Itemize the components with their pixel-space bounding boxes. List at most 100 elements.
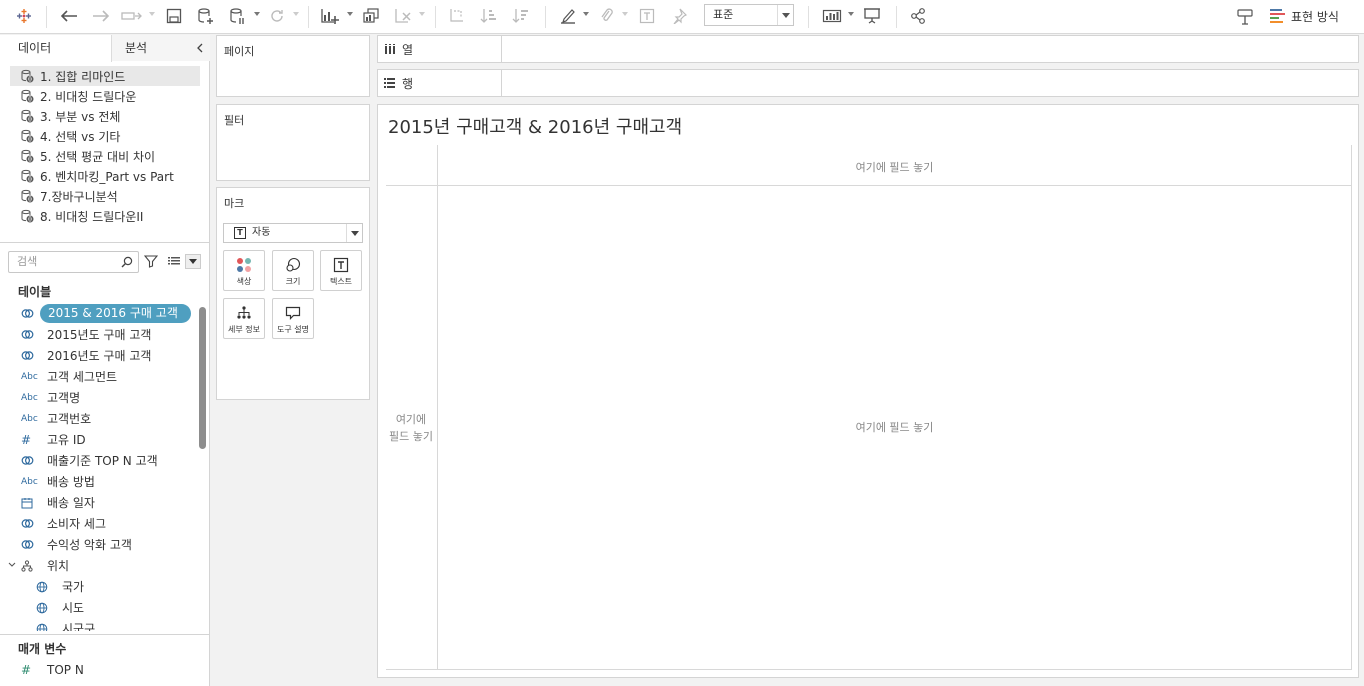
refresh-icon[interactable] <box>266 4 288 28</box>
show-me-icon <box>1270 9 1285 23</box>
field-label: 고객명 <box>47 391 81 405</box>
field-item[interactable]: 시군구 <box>0 618 196 631</box>
field-label: 2015년도 구매 고객 <box>47 328 152 342</box>
save-icon[interactable] <box>164 4 184 28</box>
set-icon <box>21 519 34 528</box>
show-me-button[interactable]: 표현 방식 <box>1270 5 1339 27</box>
pages-shelf[interactable]: 페이지 <box>216 35 370 97</box>
sort-ascending-icon[interactable] <box>478 4 500 28</box>
field-item[interactable]: # 고유 ID <box>0 429 196 450</box>
rows-shelf[interactable]: 행 <box>377 69 1359 97</box>
new-data-source-icon[interactable] <box>194 4 216 28</box>
marks-card-title: 마크 <box>224 197 245 210</box>
collapse-pane-icon[interactable] <box>196 43 204 53</box>
worksheet-view: 2015년 구매고객 & 2016년 구매고객 여기에 필드 놓기 여기에 필드… <box>377 104 1359 678</box>
highlighter-signpost-icon[interactable] <box>1234 4 1256 28</box>
field-type-icon <box>21 517 37 530</box>
field-item[interactable]: Abc 배송 방법 <box>0 471 196 492</box>
data-source-item[interactable]: 6. 벤치마킹_Part vs Part <box>10 166 200 186</box>
scrollbar-thumb[interactable] <box>199 307 206 449</box>
data-source-item[interactable]: 7.장바구니분석 <box>10 186 200 206</box>
field-type-icon <box>36 623 52 631</box>
drop-field-columns-zone[interactable]: 여기에 필드 놓기 <box>438 159 1351 175</box>
pause-data-updates-icon[interactable] <box>226 4 248 28</box>
field-label: 고객 세그먼트 <box>47 370 118 384</box>
field-item[interactable]: Abc 고객번호 <box>0 408 196 429</box>
detail-button[interactable]: 세부 정보 <box>223 298 265 339</box>
field-type-icon <box>36 602 52 614</box>
data-source-item[interactable]: 8. 비대칭 드릴다운II <box>10 206 200 226</box>
columns-shelf-label: 열 <box>378 36 502 62</box>
field-item[interactable]: 배송 일자 <box>0 492 196 513</box>
parameters-header: 매개 변수 <box>18 642 67 656</box>
columns-shelf[interactable]: 열 <box>377 35 1359 63</box>
drop-field-center-zone[interactable]: 여기에 필드 놓기 <box>438 419 1351 435</box>
list-view-icon[interactable] <box>167 255 181 267</box>
presentation-mode-icon[interactable] <box>861 4 883 28</box>
hierarchy-item[interactable]: 위치 <box>0 555 196 576</box>
field-item[interactable]: Abc 고객명 <box>0 387 196 408</box>
color-button[interactable]: 색상 <box>223 250 265 291</box>
tab-analysis[interactable]: 분석 <box>112 35 210 61</box>
hierarchy-icon <box>21 559 33 572</box>
field-item[interactable]: 수익성 악화 고객 <box>0 534 196 555</box>
field-item[interactable]: 매출기준 TOP N 고객 <box>0 450 196 471</box>
data-source-icon <box>21 209 34 223</box>
field-item[interactable]: Abc 고객 세그먼트 <box>0 366 196 387</box>
rows-icon <box>384 78 395 88</box>
fit-dropdown[interactable]: 표준 <box>704 4 794 26</box>
data-source-item[interactable]: 5. 선택 평균 대비 차이 <box>10 146 200 166</box>
fix-axes-pin-icon[interactable] <box>668 4 690 28</box>
tab-data[interactable]: 데이터 <box>0 35 112 62</box>
data-source-item[interactable]: 4. 선택 vs 기타 <box>10 126 200 146</box>
swap-rows-columns-icon[interactable] <box>446 4 468 28</box>
data-source-item[interactable]: 2. 비대칭 드릴다운 <box>10 86 200 106</box>
worksheet-title[interactable]: 2015년 구매고객 & 2016년 구매고객 <box>388 113 682 139</box>
field-item[interactable]: 2016년도 구매 고객 <box>0 345 196 366</box>
replay-animation-icon[interactable] <box>120 4 144 28</box>
group-paperclip-icon[interactable] <box>596 4 618 28</box>
field-label: 배송 방법 <box>47 475 95 489</box>
filters-shelf-title: 필터 <box>224 114 245 127</box>
parameter-label: TOP N <box>47 662 84 677</box>
show-cards-icon[interactable] <box>820 4 844 28</box>
filter-icon[interactable] <box>144 254 158 268</box>
detail-hierarchy-icon <box>237 306 251 319</box>
columns-icon <box>385 44 395 54</box>
data-source-item[interactable]: 1. 집합 리마인드 <box>10 66 200 86</box>
data-source-label: 8. 비대칭 드릴다운II <box>40 209 144 224</box>
data-source-label: 3. 부분 vs 전체 <box>40 109 121 124</box>
field-item[interactable]: 소비자 세그 <box>0 513 196 534</box>
show-mark-labels-icon[interactable] <box>636 4 658 28</box>
new-worksheet-icon[interactable] <box>318 4 342 28</box>
redo-arrow-icon[interactable] <box>90 4 112 28</box>
field-item[interactable]: 2015년도 구매 고객 <box>0 324 196 345</box>
data-source-item[interactable]: 3. 부분 vs 전체 <box>10 106 200 126</box>
data-source-label: 2. 비대칭 드릴다운 <box>40 89 137 104</box>
view-drop-area[interactable]: 여기에 필드 놓기 여기에 필드 놓기 여기에 필드 놓기 <box>386 145 1352 670</box>
highlight-pen-icon[interactable] <box>557 4 579 28</box>
field-type-icon: Abc <box>21 477 38 487</box>
filters-shelf[interactable]: 필터 <box>216 104 370 181</box>
sort-descending-icon[interactable] <box>510 4 532 28</box>
search-input[interactable]: 검색 <box>8 251 139 273</box>
tableau-logo-icon[interactable] <box>14 4 34 28</box>
parameter-item[interactable]: # TOP N <box>0 659 196 680</box>
field-item[interactable]: 2015 & 2016 구매 고객 <box>0 303 196 324</box>
data-source-icon <box>21 169 34 183</box>
field-item[interactable]: 국가 <box>0 576 196 597</box>
data-source-icon <box>21 69 34 83</box>
size-button[interactable]: 크기 <box>272 250 314 291</box>
share-icon[interactable] <box>907 4 929 28</box>
undo-arrow-icon[interactable] <box>58 4 80 28</box>
mark-type-dropdown[interactable]: T 자동 <box>223 223 363 243</box>
drop-field-rows-zone[interactable]: 여기에 필드 놓기 <box>386 411 436 445</box>
tooltip-button[interactable]: 도구 설명 <box>272 298 314 339</box>
label-button[interactable]: 텍스트 <box>320 250 362 291</box>
field-item[interactable]: 시도 <box>0 597 196 618</box>
pages-shelf-title: 페이지 <box>224 45 255 58</box>
field-type-icon: Abc <box>21 372 38 382</box>
clear-sheet-icon[interactable] <box>392 4 414 28</box>
view-options-dropdown[interactable] <box>185 254 201 269</box>
duplicate-sheet-icon[interactable] <box>360 4 382 28</box>
